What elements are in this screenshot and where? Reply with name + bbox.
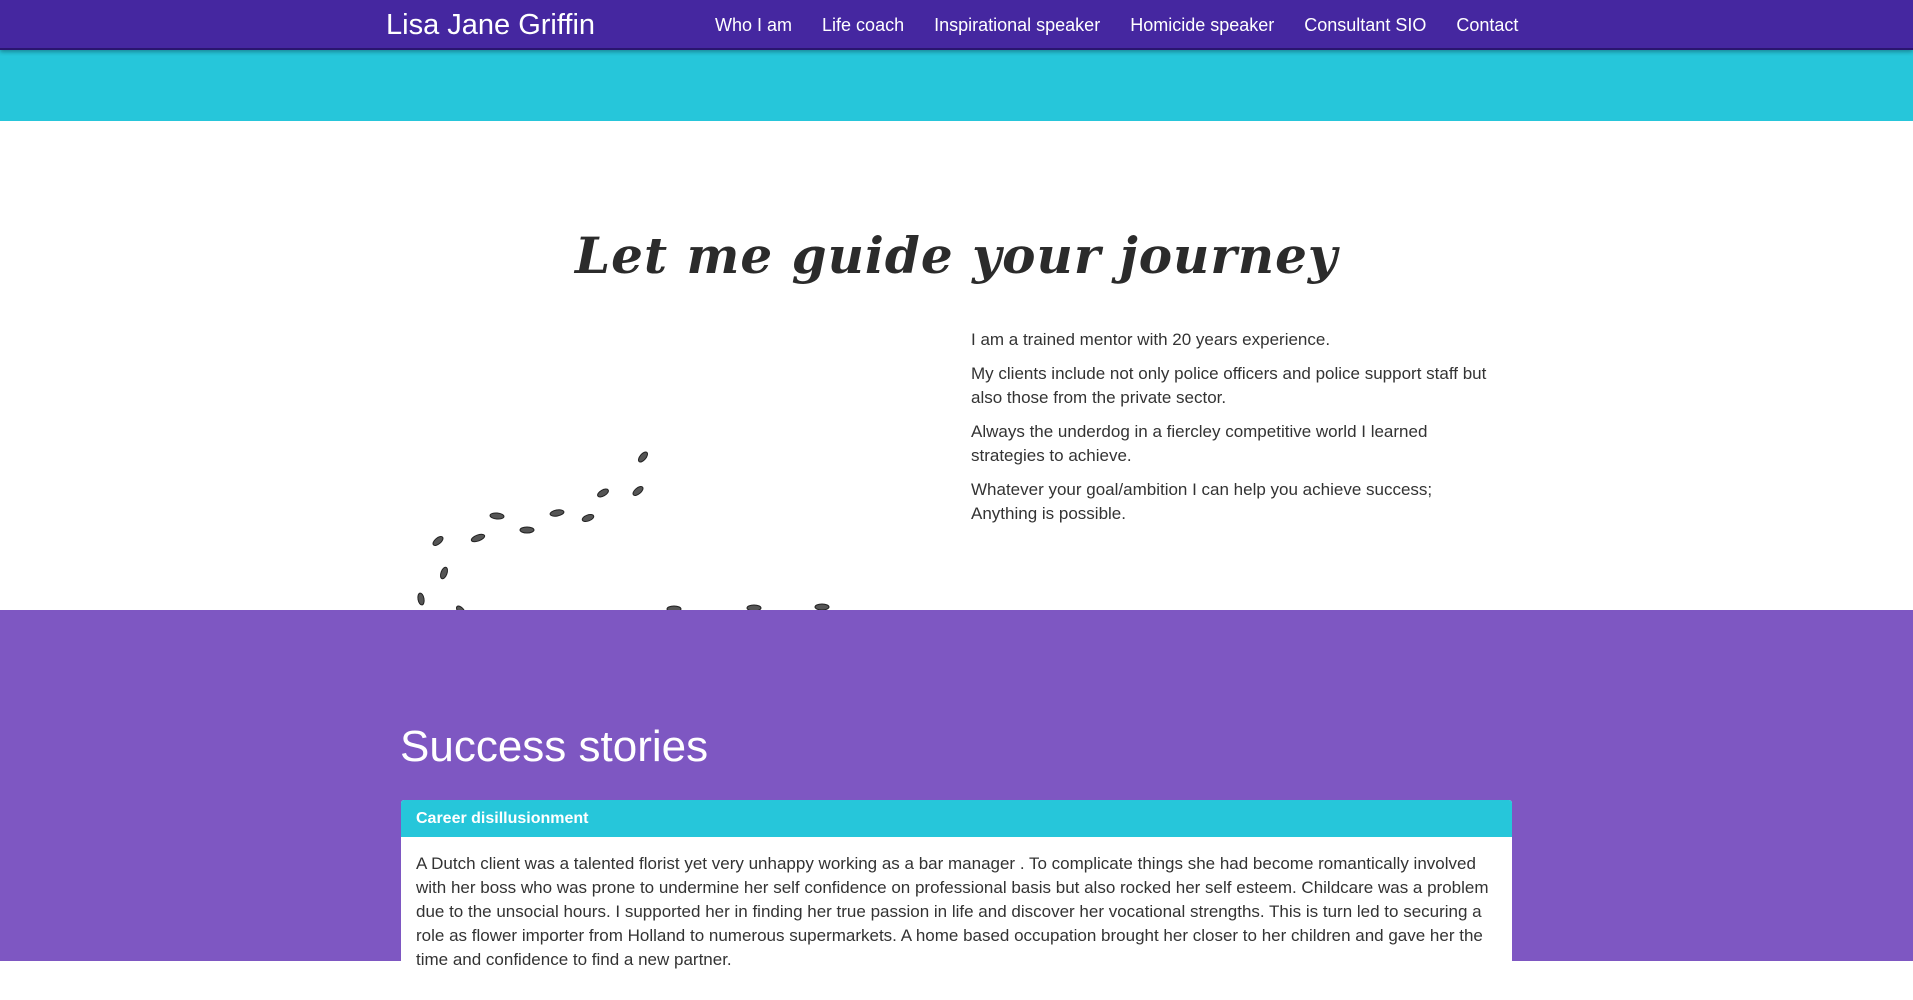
main-nav: Who I am Life coach Inspirational speake…	[700, 0, 1533, 50]
story-panel-body: A Dutch client was a talented florist ye…	[416, 854, 1489, 969]
story-panel-heading: Career disillusionment	[401, 800, 1512, 837]
intro-section: Let me guide your journey I am a trained…	[0, 121, 1913, 641]
nav-homicide-speaker[interactable]: Homicide speaker	[1115, 0, 1289, 50]
intro-paragraph: I am a trained mentor with 20 years expe…	[971, 330, 1331, 349]
nav-life-coach[interactable]: Life coach	[807, 0, 919, 50]
intro-paragraph: Always the underdog in a fiercley compet…	[971, 422, 1428, 465]
nav-contact[interactable]: Contact	[1441, 0, 1533, 50]
stories-title: Success stories	[400, 722, 709, 771]
nav-consultant-sio[interactable]: Consultant SIO	[1289, 0, 1441, 50]
nav-inspirational-speaker[interactable]: Inspirational speaker	[919, 0, 1115, 50]
navbar: Lisa Jane Griffin Who I am Life coach In…	[0, 0, 1913, 50]
nav-who-i-am[interactable]: Who I am	[700, 0, 807, 50]
story-panel: Career disillusionment A Dutch client wa…	[401, 800, 1512, 1000]
intro-title: Let me guide your journey	[575, 226, 1338, 285]
intro-paragraph: Whatever your goal/ambition I can help y…	[971, 480, 1433, 523]
success-stories-section: Success stories Career disillusionment A…	[0, 610, 1913, 1000]
intro-paragraph: My clients include not only police offic…	[971, 364, 1487, 407]
teal-banner	[0, 50, 1913, 121]
brand-link[interactable]: Lisa Jane Griffin	[386, 8, 595, 42]
intro-text: I am a trained mentor with 20 years expe…	[971, 328, 1501, 536]
